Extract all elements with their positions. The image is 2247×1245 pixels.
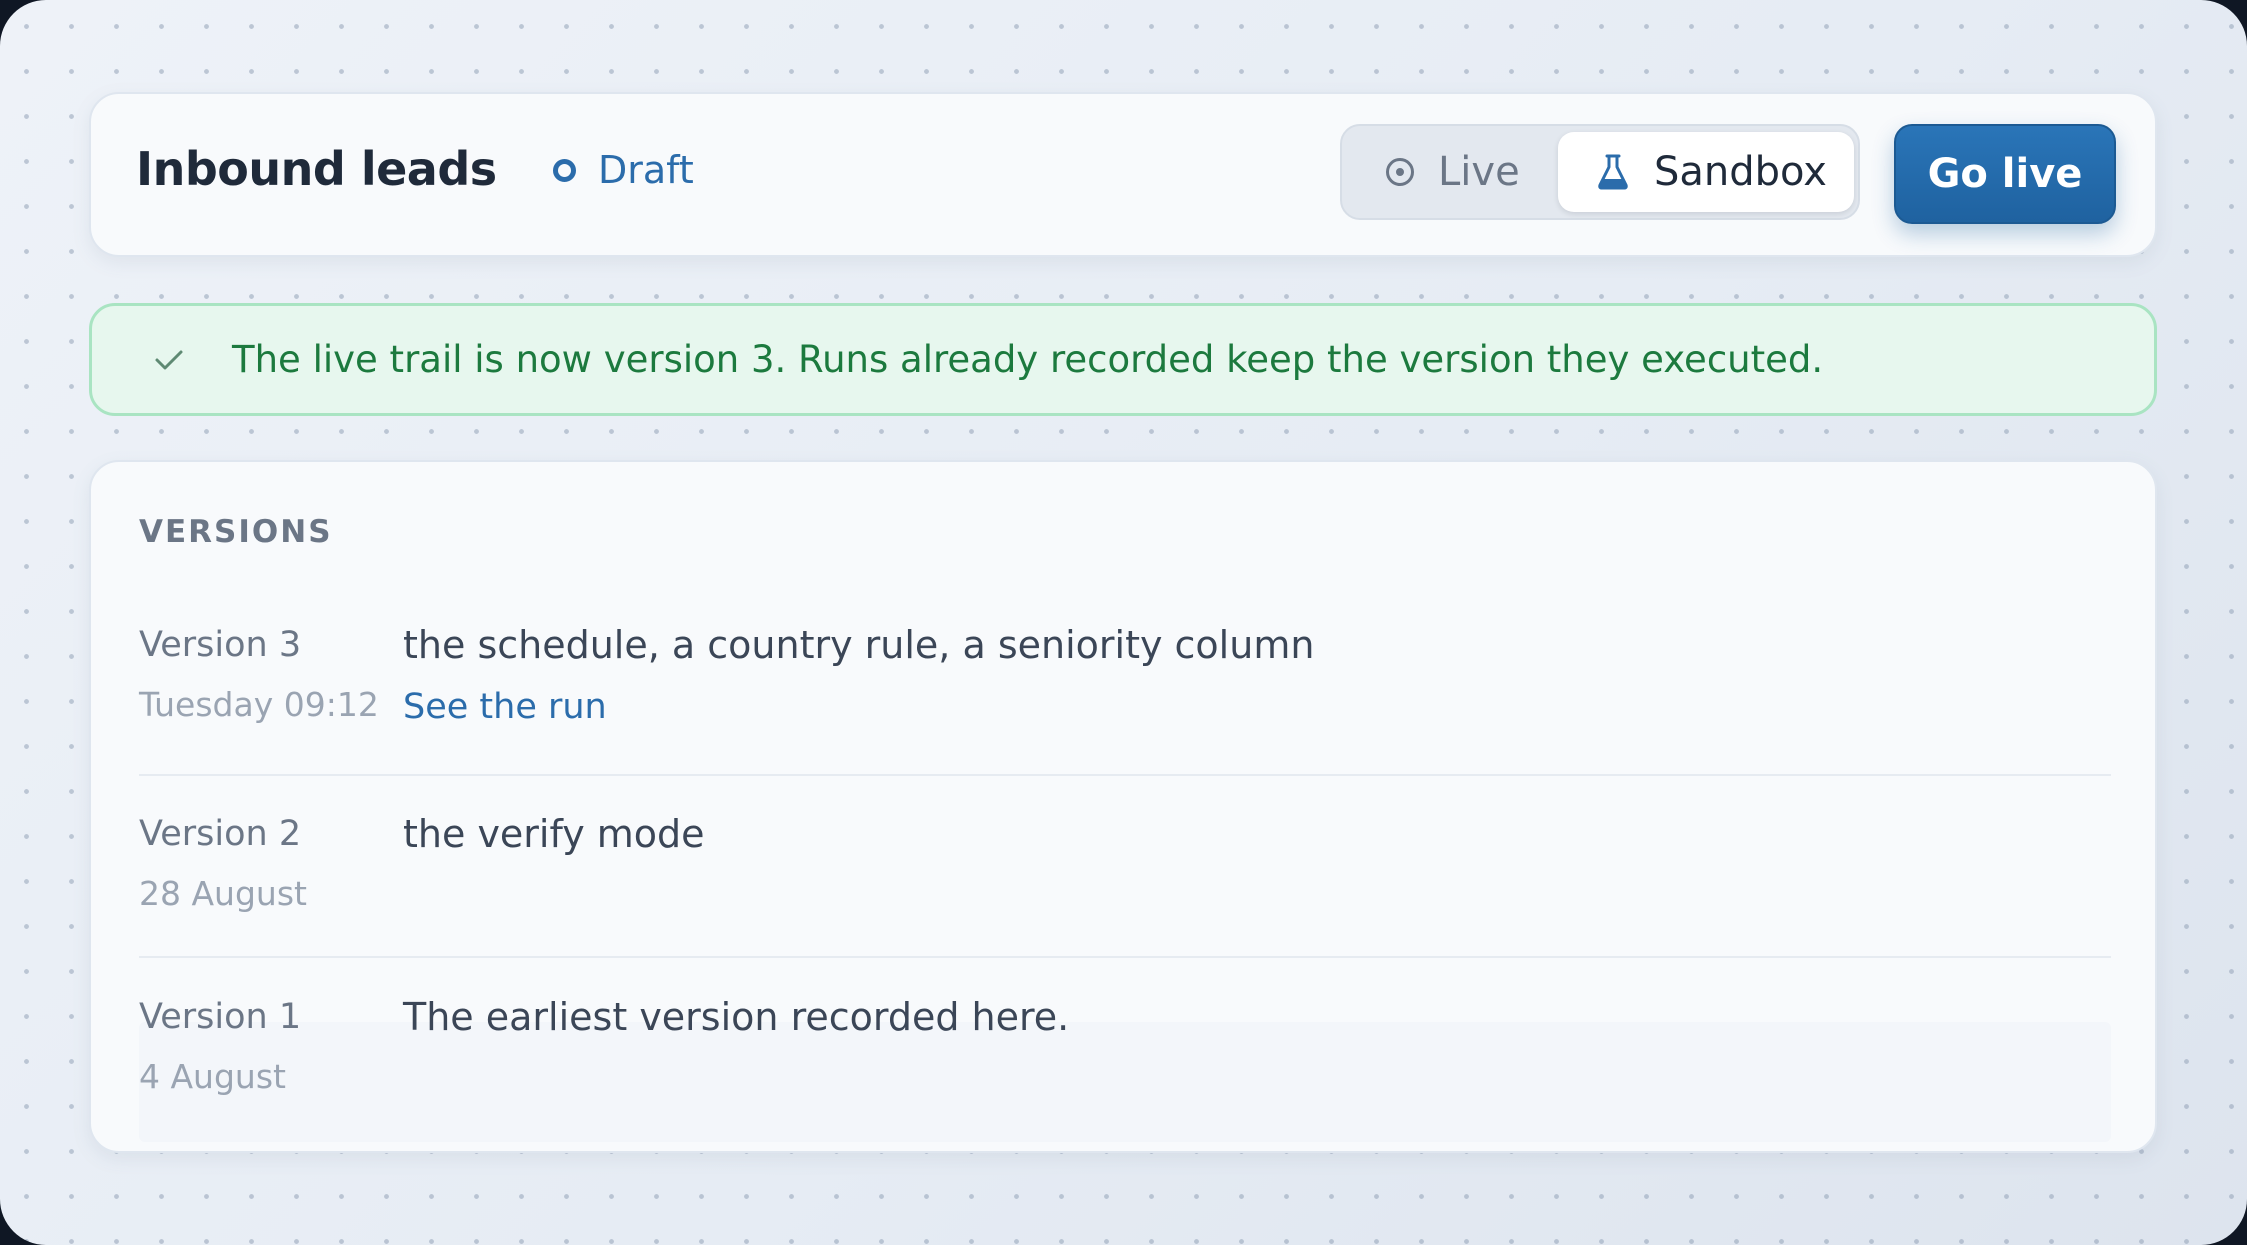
radio-target-icon [1386, 158, 1414, 186]
banner-message: The live trail is now version 3. Runs al… [232, 338, 1824, 381]
mode-toggle: Live Sandbox [1340, 124, 1860, 220]
version-date: 28 August [139, 874, 307, 913]
see-run-link[interactable]: See the run [403, 687, 607, 727]
version-name: Version 2 [139, 814, 302, 854]
version-row: Version 1 4 August The earliest version … [139, 995, 2111, 1117]
version-date: 4 August [139, 1057, 286, 1096]
status-label: Draft [598, 148, 694, 192]
version-row: Version 3 Tuesday 09:12 the schedule, a … [139, 623, 2111, 776]
flask-icon [1598, 154, 1628, 190]
version-name: Version 3 [139, 625, 302, 665]
check-icon [155, 350, 183, 369]
mode-sandbox-option[interactable]: Sandbox [1558, 132, 1854, 212]
status-badge: Draft [553, 148, 694, 192]
version-description: the verify mode [403, 812, 705, 856]
header-card: Inbound leads Draft Live Sandbox Go live [89, 92, 2157, 257]
versions-heading: VERSIONS [139, 514, 333, 550]
status-dot-icon [553, 158, 576, 182]
mode-live-label: Live [1438, 149, 1520, 195]
mode-sandbox-label: Sandbox [1654, 149, 1827, 195]
version-description: The earliest version recorded here. [403, 995, 1070, 1039]
mode-live-option[interactable]: Live [1386, 126, 1520, 218]
version-row: Version 2 28 August the verify mode [139, 812, 2111, 958]
success-banner: The live trail is now version 3. Runs al… [89, 303, 2157, 416]
page-title: Inbound leads [136, 142, 497, 196]
version-name: Version 1 [139, 997, 302, 1037]
app-frame: Inbound leads Draft Live Sandbox Go live [0, 0, 2247, 1245]
go-live-button[interactable]: Go live [1894, 124, 2116, 224]
version-date: Tuesday 09:12 [139, 685, 379, 724]
versions-card: VERSIONS Version 3 Tuesday 09:12 the sch… [89, 460, 2157, 1153]
version-description: the schedule, a country rule, a seniorit… [403, 623, 1315, 667]
